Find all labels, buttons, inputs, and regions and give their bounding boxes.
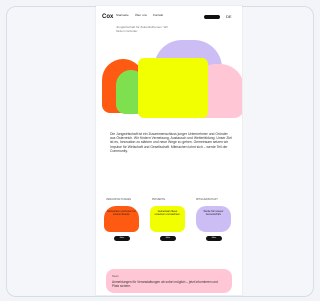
card-text-membership: Werde Teil unserer Gemeinschaft. bbox=[203, 210, 224, 216]
card-events[interactable]: Netzwerken und lernen bei unseren Events… bbox=[104, 206, 139, 232]
card-text-projects: Gemeinsam Ideen umsetzen und wachsen. bbox=[154, 210, 181, 216]
news-banner[interactable]: News Anmeldungen für Veranstaltungen ab … bbox=[106, 269, 232, 293]
card-button-label: Mehr bbox=[119, 237, 125, 239]
card-button-label: Mehr bbox=[211, 237, 217, 239]
intro-paragraph: Die Jungwirtschaft ist ein Zusammenschlu… bbox=[110, 132, 232, 153]
hero-subtitle: Jungwirtschaft für Zukunftsthemen. Wir f… bbox=[116, 25, 169, 33]
feature-cards: Veranstaltungen Projekte Mitgliedschaft … bbox=[104, 198, 236, 254]
banner-text: Anmeldungen für Veranstaltungen ab sofor… bbox=[112, 280, 218, 288]
nav-item-contact[interactable]: Kontakt bbox=[153, 13, 163, 23]
menu-button[interactable] bbox=[204, 15, 220, 19]
banner-tag: News bbox=[112, 275, 119, 278]
hero-illustration bbox=[96, 36, 242, 122]
language-switch[interactable]: DE bbox=[226, 14, 232, 19]
card-button-membership[interactable]: Mehr bbox=[206, 236, 222, 241]
card-projects[interactable]: Gemeinsam Ideen umsetzen und wachsen. bbox=[150, 206, 185, 232]
card-title-projects: Projekte bbox=[152, 198, 166, 201]
card-button-label: Mehr bbox=[165, 237, 171, 239]
nav-item-home[interactable]: Startseite bbox=[116, 13, 129, 23]
card-title-membership: Mitgliedschaft bbox=[196, 198, 218, 201]
website-preview: Cox Startseite Über uns Kontakt DE Jungw… bbox=[96, 6, 242, 295]
main-nav: Startseite Über uns Kontakt bbox=[116, 13, 163, 23]
card-text-events: Netzwerken und lernen bei unseren Events… bbox=[107, 210, 136, 216]
card-button-projects[interactable]: Mehr bbox=[160, 236, 176, 241]
nav-item-about[interactable]: Über uns bbox=[135, 13, 147, 23]
card-title-events: Veranstaltungen bbox=[106, 198, 132, 201]
hero-shape-yellow bbox=[138, 58, 208, 118]
card-membership[interactable]: Werde Teil unserer Gemeinschaft. bbox=[196, 206, 231, 232]
site-logo[interactable]: Cox bbox=[102, 14, 113, 20]
card-button-events[interactable]: Mehr bbox=[114, 236, 130, 241]
